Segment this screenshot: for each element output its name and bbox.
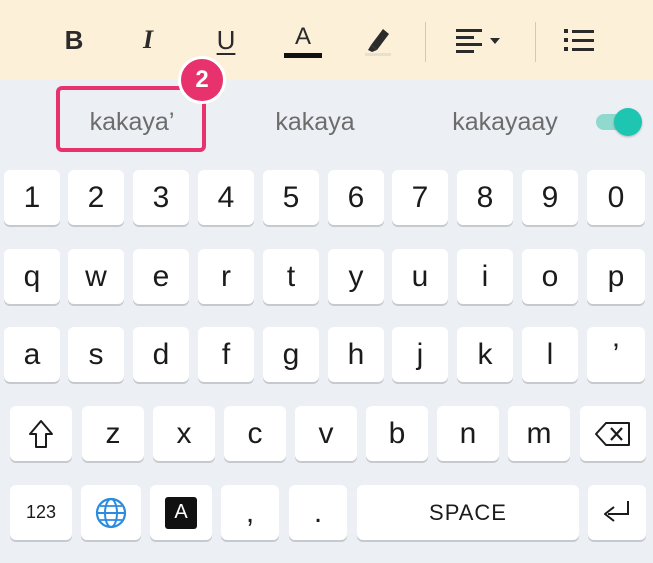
key-7[interactable]: 7 [392, 170, 448, 225]
input-mode-letter: A [174, 501, 188, 523]
key-f[interactable]: f [198, 327, 254, 382]
comma-key[interactable]: , [221, 485, 279, 540]
suggestion-toggle[interactable] [596, 108, 642, 136]
key-t[interactable]: t [263, 249, 319, 304]
key-m[interactable]: m [508, 406, 570, 461]
input-mode-key[interactable]: A [150, 485, 212, 540]
font-color-button[interactable]: A [283, 18, 323, 62]
shift-icon [29, 419, 53, 448]
key-8[interactable]: 8 [457, 170, 513, 225]
suggestion-2[interactable]: kakaya [240, 100, 390, 144]
key-u[interactable]: u [392, 249, 448, 304]
key-a[interactable]: a [4, 327, 60, 382]
highlighter-icon [365, 29, 391, 56]
backspace-key[interactable] [580, 406, 646, 461]
key-apostrophe[interactable]: ’ [587, 327, 645, 382]
keyboard-mode-icon: A [165, 496, 197, 529]
key-1[interactable]: 1 [4, 170, 60, 225]
period-key[interactable]: . [289, 485, 347, 540]
space-key[interactable]: SPACE [357, 485, 579, 540]
key-4[interactable]: 4 [198, 170, 254, 225]
key-6[interactable]: 6 [328, 170, 384, 225]
numbers-key[interactable]: 123 [10, 485, 72, 540]
bold-icon: B [64, 24, 84, 55]
bold-button[interactable]: B [56, 18, 92, 62]
key-o[interactable]: o [522, 249, 578, 304]
highlighter-button[interactable] [358, 18, 398, 62]
align-dropdown-button[interactable] [450, 18, 510, 62]
key-s[interactable]: s [68, 327, 124, 382]
key-x[interactable]: x [153, 406, 215, 461]
italic-button[interactable]: I [130, 18, 166, 62]
key-l[interactable]: l [522, 327, 578, 382]
key-q[interactable]: q [4, 249, 60, 304]
italic-icon: I [142, 25, 154, 54]
toggle-thumb [614, 108, 642, 136]
toolbar-divider [535, 22, 536, 62]
key-9[interactable]: 9 [522, 170, 578, 225]
underline-icon: U [216, 24, 236, 55]
shift-key[interactable] [10, 406, 72, 461]
toolbar-divider [425, 22, 426, 62]
key-w[interactable]: w [68, 249, 124, 304]
font-color-swatch [284, 52, 322, 58]
key-y[interactable]: y [328, 249, 384, 304]
annotation-badge: 2 [178, 56, 226, 104]
key-b[interactable]: b [366, 406, 428, 461]
key-2[interactable]: 2 [68, 170, 124, 225]
key-e[interactable]: e [133, 249, 189, 304]
bulleted-list-button[interactable] [555, 18, 603, 62]
backspace-icon [595, 421, 630, 446]
key-z[interactable]: z [82, 406, 144, 461]
enter-icon [604, 500, 629, 522]
suggestion-3[interactable]: kakayaay [430, 100, 580, 144]
key-g[interactable]: g [263, 327, 319, 382]
key-n[interactable]: n [437, 406, 499, 461]
key-p[interactable]: p [587, 249, 645, 304]
key-k[interactable]: k [457, 327, 513, 382]
font-color-icon: A [294, 22, 311, 50]
enter-key[interactable] [588, 485, 646, 540]
align-dropdown-icon [456, 29, 500, 53]
key-j[interactable]: j [392, 327, 448, 382]
key-h[interactable]: h [328, 327, 384, 382]
formatting-toolbar: B I U A [0, 0, 653, 80]
key-i[interactable]: i [457, 249, 513, 304]
key-c[interactable]: c [224, 406, 286, 461]
globe-icon [95, 497, 127, 528]
key-5[interactable]: 5 [263, 170, 319, 225]
bulleted-list-icon [564, 29, 594, 51]
underline-button[interactable]: U [208, 18, 244, 62]
key-v[interactable]: v [295, 406, 357, 461]
key-d[interactable]: d [133, 327, 189, 382]
key-3[interactable]: 3 [133, 170, 189, 225]
key-r[interactable]: r [198, 249, 254, 304]
key-0[interactable]: 0 [587, 170, 645, 225]
language-key[interactable] [81, 485, 141, 540]
